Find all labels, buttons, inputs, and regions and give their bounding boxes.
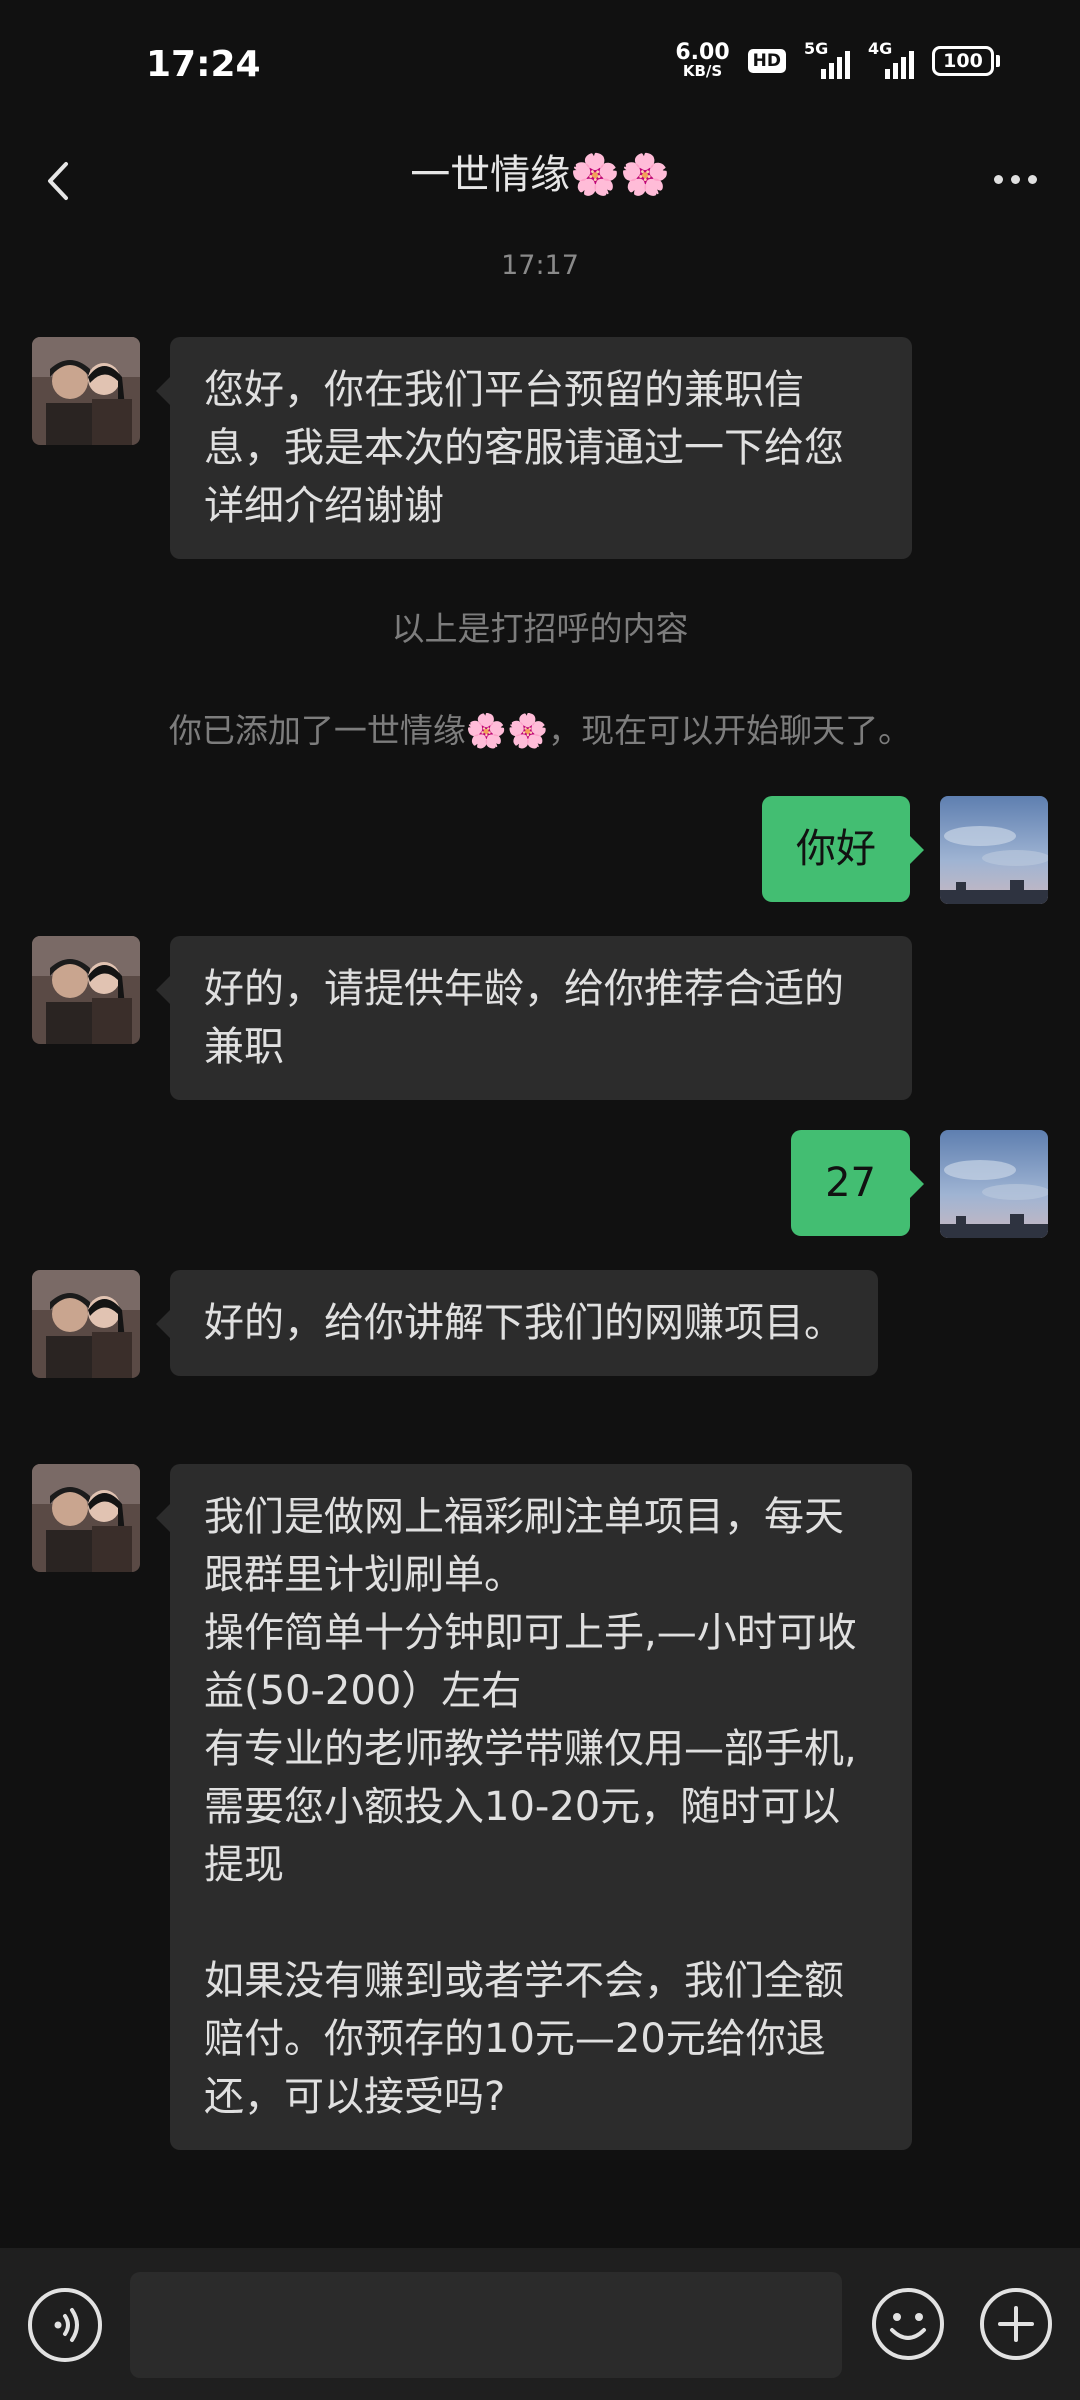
- contact-avatar-image: [32, 1464, 140, 1572]
- more-actions-button[interactable]: [978, 2286, 1054, 2362]
- voice-icon: [54, 2308, 79, 2342]
- signal-5g-icon: 5G: [804, 39, 850, 79]
- network-speed-unit: KB/S: [682, 62, 723, 80]
- message-timestamp: 17:17: [501, 250, 579, 281]
- system-note-greeting: 以上是打招呼的内容: [391, 609, 689, 648]
- emoji-button[interactable]: [870, 2286, 946, 2362]
- network-speed-value: 6.00: [675, 40, 730, 65]
- plus-circle-icon: [980, 2288, 1052, 2360]
- hd-voice-icon: HD: [747, 48, 786, 73]
- contact-avatar[interactable]: [32, 1464, 140, 1572]
- contact-avatar-image: [32, 1270, 140, 1378]
- contact-avatar-image: [32, 936, 140, 1044]
- my-avatar[interactable]: [940, 796, 1048, 904]
- chat-header: 一世情缘🌸🌸: [0, 130, 1080, 250]
- message-input-bar: [0, 2248, 1080, 2400]
- status-bar: 17:24 6.00 KB/S HD 5G 4G 100: [0, 0, 1080, 130]
- signal-4g-icon: 4G: [868, 39, 914, 79]
- incoming-message[interactable]: 我们是做网上福彩刷注单项目，每天跟群里计划刷单。 操作简单十分钟即可上手,—小时…: [156, 1464, 912, 2150]
- my-avatar[interactable]: [940, 1130, 1048, 1238]
- contact-avatar[interactable]: [32, 1270, 140, 1378]
- more-options-button[interactable]: [970, 144, 1060, 214]
- chat-screen: 17:24 6.00 KB/S HD 5G 4G 100 一世情缘🌸🌸 17:1…: [0, 0, 1080, 2400]
- contact-avatar[interactable]: [32, 337, 140, 445]
- voice-input-button[interactable]: [28, 2288, 102, 2362]
- chat-title: 一世情缘🌸🌸: [410, 152, 670, 198]
- battery-level: 100: [932, 45, 994, 76]
- outgoing-message[interactable]: 你好: [762, 796, 924, 902]
- my-avatar-image: [940, 796, 1048, 904]
- network-speed: 6.00 KB/S: [675, 42, 729, 79]
- message-text-input[interactable]: [130, 2272, 842, 2378]
- incoming-message[interactable]: 您好，你在我们平台预留的兼职信息，我是本次的客服请通过一下给您详细介绍谢谢: [156, 337, 912, 559]
- status-icons: 6.00 KB/S HD 5G 4G 100: [675, 39, 1000, 79]
- incoming-message[interactable]: 好的，请提供年龄，给你推荐合适的兼职: [156, 936, 912, 1100]
- emoji-icon: [872, 2288, 944, 2360]
- status-time: 17:24: [146, 44, 261, 85]
- outgoing-message[interactable]: 27: [791, 1130, 924, 1236]
- more-horizontal-icon: [993, 174, 1003, 184]
- battery-icon: 100: [932, 45, 1000, 76]
- contact-avatar-image: [32, 337, 140, 445]
- contact-avatar[interactable]: [32, 936, 140, 1044]
- my-avatar-image: [940, 1130, 1048, 1238]
- incoming-message[interactable]: 好的，给你讲解下我们的网赚项目。: [156, 1270, 878, 1376]
- system-note-added: 你已添加了一世情缘🌸🌸，现在可以开始聊天了。: [168, 711, 912, 750]
